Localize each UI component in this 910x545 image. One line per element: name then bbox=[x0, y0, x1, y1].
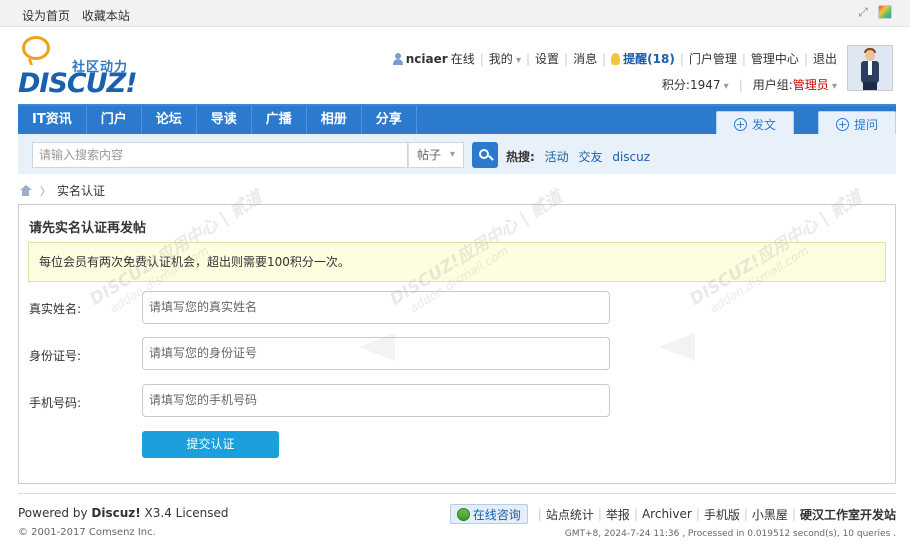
site-logo[interactable]: 社区动力 DISCUZ! bbox=[18, 36, 158, 99]
watermark-arrow bbox=[659, 333, 695, 361]
ask-button-label: 提问 bbox=[853, 117, 878, 132]
real-name-input[interactable]: 请填写您的真实姓名 bbox=[142, 291, 610, 324]
nav-item-6[interactable]: 分享 bbox=[362, 106, 417, 134]
credits-label: 积分: bbox=[661, 78, 690, 92]
credits-value[interactable]: 1947 bbox=[690, 78, 729, 92]
id-label: 身份证号: bbox=[29, 349, 82, 363]
group-value[interactable]: 管理员 bbox=[793, 76, 837, 93]
messages-link[interactable]: 消息 bbox=[573, 50, 597, 67]
search-button[interactable] bbox=[472, 142, 498, 168]
post-button-label: 发文 bbox=[751, 117, 776, 132]
mobile-link[interactable]: 手机版 bbox=[704, 506, 740, 523]
logout-link[interactable]: 退出 bbox=[813, 50, 837, 67]
ask-button[interactable]: + 提问 bbox=[818, 111, 896, 136]
top-links: 设为首页 收藏本站 bbox=[22, 7, 138, 24]
powered-by: Powered by Discuz! X3.4 Licensed bbox=[18, 506, 229, 520]
dev-site-link[interactable]: 硬汉工作室开发站 bbox=[800, 506, 896, 523]
top-bar: 设为首页 收藏本站 ⤢ bbox=[0, 0, 910, 27]
nav-item-1[interactable]: 门户 bbox=[87, 106, 142, 134]
gmt-info: GMT+8, 2024-7-24 11:36 , Processed in 0.… bbox=[564, 529, 896, 539]
hot-term-friends[interactable]: 交友 bbox=[578, 150, 602, 164]
phone-input[interactable]: 请填写您的手机号码 bbox=[142, 384, 610, 417]
remind-link[interactable]: 提醒(18) bbox=[623, 50, 675, 67]
nav-item-2[interactable]: 论坛 bbox=[142, 106, 197, 134]
copyright: © 2001-2017 Comsenz Inc. bbox=[18, 527, 156, 538]
logo-bubble-icon bbox=[22, 36, 50, 60]
my-menu[interactable]: 我的 bbox=[489, 50, 521, 67]
username-link[interactable]: nciaer bbox=[406, 52, 448, 66]
footer: Powered by Discuz! X3.4 Licensed © 2001-… bbox=[18, 493, 896, 539]
archiver-link[interactable]: Archiver bbox=[642, 507, 692, 521]
darkroom-link[interactable]: 小黑屋 bbox=[752, 506, 788, 523]
search-bar: 请输入搜索内容 帖子 热搜: 活动 交友 discuz bbox=[18, 134, 896, 174]
plus-icon: + bbox=[835, 117, 849, 131]
hot-search-label: 热搜: bbox=[506, 150, 535, 164]
breadcrumb-current: 实名认证 bbox=[57, 184, 106, 198]
chevron-right-icon: 〉 bbox=[40, 184, 51, 198]
phone-label: 手机号码: bbox=[29, 396, 82, 410]
hot-term-activity[interactable]: 活动 bbox=[545, 150, 569, 164]
nav-item-3[interactable]: 导读 bbox=[197, 106, 252, 134]
user-icon bbox=[392, 52, 403, 65]
discuz-link[interactable]: Discuz! bbox=[91, 506, 140, 520]
user-bar: nciaer 在线 | 我的 | 设置 | 消息 | 提醒(18) | 门户管理… bbox=[392, 50, 837, 67]
group-label: 用户组: bbox=[752, 78, 793, 92]
stats-link[interactable]: 站点统计 bbox=[546, 506, 594, 523]
hot-term-discuz[interactable]: discuz bbox=[612, 150, 650, 164]
home-icon[interactable] bbox=[19, 185, 32, 196]
avatar[interactable] bbox=[847, 45, 893, 91]
id-number-input[interactable]: 请填写您的身份证号 bbox=[142, 337, 610, 370]
notice-box: 每位会员有两次免费认证机会，超出则需要100积分一次。 bbox=[28, 242, 886, 282]
bookmark-link[interactable]: 收藏本站 bbox=[82, 9, 130, 23]
search-type-select[interactable]: 帖子 bbox=[408, 142, 464, 168]
search-input[interactable]: 请输入搜索内容 bbox=[32, 142, 408, 168]
fullscreen-icon[interactable]: ⤢ bbox=[856, 5, 870, 19]
admin-center-link[interactable]: 管理中心 bbox=[751, 50, 799, 67]
portal-manage-link[interactable]: 门户管理 bbox=[689, 50, 737, 67]
search-icon bbox=[479, 149, 489, 159]
footer-links: 在线咨询 | 站点统计 | 举报 | Archiver | 手机版 | 小黑屋 … bbox=[449, 504, 896, 524]
plus-icon: + bbox=[733, 117, 747, 131]
consult-icon bbox=[456, 507, 470, 521]
breadcrumb: 〉 实名认证 bbox=[19, 182, 105, 199]
user-credits-bar: 积分: 1947 | 用户组: 管理员 bbox=[662, 76, 837, 93]
logo-brand: DISCUZ! bbox=[18, 68, 138, 99]
report-link[interactable]: 举报 bbox=[606, 506, 630, 523]
settings-link[interactable]: 设置 bbox=[535, 50, 559, 67]
submit-verify-button[interactable]: 提交认证 bbox=[142, 431, 279, 458]
top-right-icons: ⤢ bbox=[856, 5, 892, 19]
verify-panel: 请先实名认证再发帖 每位会员有两次免费认证机会，超出则需要100积分一次。 真实… bbox=[18, 187, 896, 484]
nav-item-0[interactable]: IT资讯 bbox=[18, 106, 87, 134]
name-label: 真实姓名: bbox=[29, 302, 82, 316]
post-button[interactable]: + 发文 bbox=[716, 111, 794, 136]
nav-item-5[interactable]: 相册 bbox=[307, 106, 362, 134]
online-consult-button[interactable]: 在线咨询 bbox=[449, 504, 528, 524]
style-switch-icon[interactable] bbox=[878, 5, 892, 19]
hot-search: 热搜: 活动 交友 discuz bbox=[506, 148, 650, 165]
nav-item-4[interactable]: 广播 bbox=[252, 106, 307, 134]
set-home-link[interactable]: 设为首页 bbox=[22, 9, 70, 23]
online-status: 在线 bbox=[450, 52, 475, 66]
bulb-icon bbox=[611, 52, 621, 65]
panel-title: 请先实名认证再发帖 bbox=[29, 221, 147, 236]
main-nav: IT资讯 门户 论坛 导读 广播 相册 分享 + 发文 + 提问 bbox=[18, 104, 896, 136]
